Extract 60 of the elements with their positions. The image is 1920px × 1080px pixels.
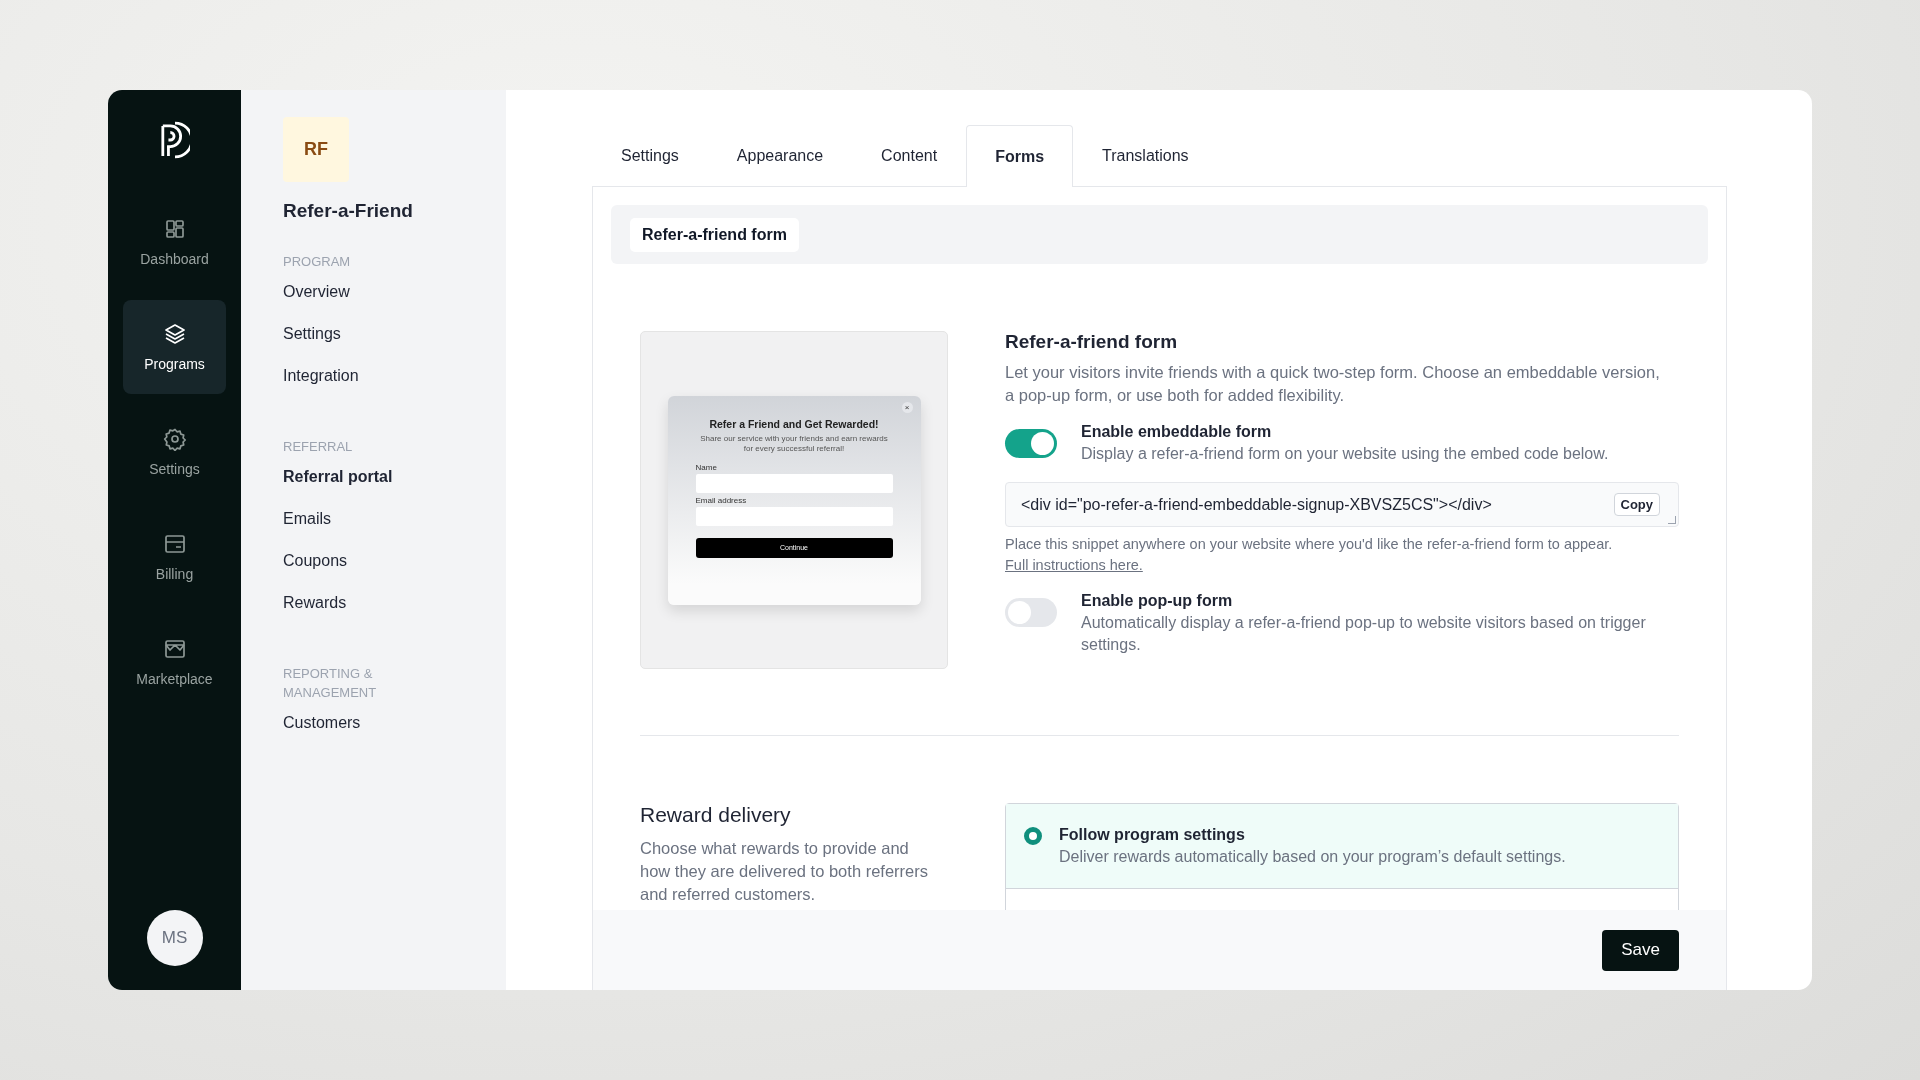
nav-item[interactable]: Programs xyxy=(123,300,226,394)
section-description: Let your visitors invite friends with a quick two-step form. Choose an embeddable version, a pop-up form, or use both for added flexibility. xyxy=(1005,362,1661,406)
nav-link[interactable]: Referral portal xyxy=(283,466,486,508)
layers-icon xyxy=(162,322,187,346)
logo-icon[interactable] xyxy=(159,121,190,159)
toggle-label: Enable pop-up form xyxy=(1081,591,1234,611)
section-heading: PROGRAM xyxy=(283,253,352,271)
nav-item[interactable]: Settings xyxy=(123,405,226,499)
program-badge: RF xyxy=(283,117,349,182)
snippet-note: Place this snippet anywhere on your website where you'd like the refer-a-friend form to appear. Full instructions here. xyxy=(1005,535,1614,575)
radio-button[interactable] xyxy=(1024,827,1042,845)
copy-button[interactable]: Copy xyxy=(1613,493,1660,516)
nav-item[interactable]: Dashboard xyxy=(123,195,226,289)
nav-label: Settings xyxy=(149,461,200,477)
nav-item[interactable]: Billing xyxy=(123,510,226,604)
toggle-switch[interactable] xyxy=(1005,429,1057,458)
option-description: Deliver rewards automatically based on your program’s default settings. xyxy=(1059,847,1566,867)
nav-link[interactable]: Customers xyxy=(283,712,486,754)
section-title: Refer-a-friend form xyxy=(1005,331,1179,353)
program-title: Refer-a-Friend xyxy=(283,200,414,222)
popup-subtitle: Share our service with your friends and earn rewards for every successful referral! xyxy=(699,433,889,454)
tab[interactable]: Settings xyxy=(592,125,708,186)
section-description: Choose what rewards to provide and how they are delivered to both referrers and referred customers. xyxy=(640,838,929,905)
user-avatar[interactable]: MS xyxy=(146,910,203,966)
code-text: <div id="po-refer-a-friend-embeddable-signup-XBVSZ5CS"></div> xyxy=(1021,495,1493,514)
tab[interactable]: Forms xyxy=(966,125,1074,187)
tab[interactable]: Appearance xyxy=(707,125,853,186)
field-label: Email address xyxy=(695,495,748,505)
popup-title: Refer a Friend and Get Rewarded! xyxy=(708,417,880,430)
code-snippet-field[interactable]: <div id="po-refer-a-friend-embeddable-signup-XBVSZ5CS"></div> Copy xyxy=(1005,482,1679,527)
tab[interactable]: Translations xyxy=(1073,125,1218,186)
nav-link[interactable]: Emails xyxy=(283,508,486,550)
nav-link[interactable]: Integration xyxy=(283,365,486,407)
subtab[interactable]: Refer-a-friend form xyxy=(630,217,799,252)
tab[interactable]: Content xyxy=(852,125,967,186)
nav-label: Marketplace xyxy=(136,671,213,687)
nav-link[interactable]: Settings xyxy=(283,323,486,365)
field-label: Name xyxy=(695,462,718,472)
section-title: Reward delivery xyxy=(640,803,792,827)
settings-icon xyxy=(162,427,187,451)
toggle-description: Automatically display a refer-a-friend pop-up to website visitors based on trigger settings. xyxy=(1081,613,1647,655)
card-icon xyxy=(162,532,187,556)
nav-label: Dashboard xyxy=(140,251,209,267)
toggle-description: Display a refer-a-friend form on your website using the embed code below. xyxy=(1081,444,1609,464)
toggle-switch[interactable] xyxy=(1005,598,1057,627)
toggle-label: Enable embeddable form xyxy=(1081,422,1273,442)
nav-link[interactable]: Rewards xyxy=(283,592,486,634)
resize-handle-icon[interactable] xyxy=(1668,516,1676,524)
section-heading: REPORTING & MANAGEMENT xyxy=(283,665,378,702)
nav-label: Programs xyxy=(144,356,205,372)
instructions-link[interactable]: Full instructions here. xyxy=(1005,557,1143,573)
nav-link[interactable]: Coupons xyxy=(283,550,486,592)
storefront-icon xyxy=(162,637,187,661)
nav-link[interactable]: Overview xyxy=(283,281,486,323)
option-label: Follow program settings xyxy=(1059,825,1246,845)
section-heading: REFERRAL xyxy=(283,438,354,456)
radio-option[interactable]: Follow program settings Deliver rewards automatically based on your program’s default settings. xyxy=(1006,804,1678,889)
nav-label: Billing xyxy=(155,566,194,582)
nav-item[interactable]: Marketplace xyxy=(123,615,226,709)
save-button[interactable]: Save xyxy=(1602,929,1679,971)
